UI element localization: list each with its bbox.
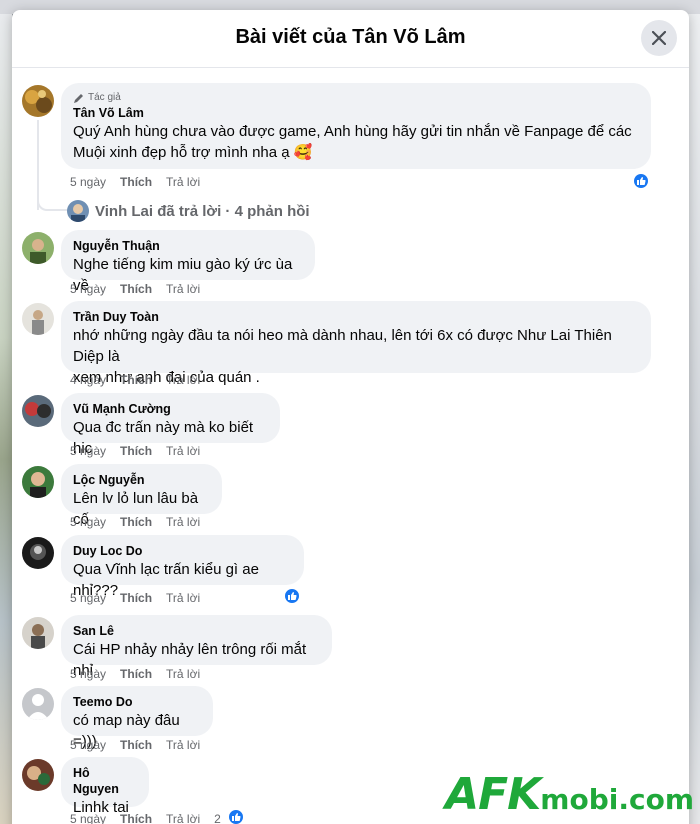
comment-author[interactable]: San Lê — [73, 623, 320, 639]
comment-bubble: Tác giả Tân Võ Lâm Quý Anh hùng chưa vào… — [61, 83, 651, 169]
comment-actions: 5 ngày Thích Trả lời — [70, 175, 214, 189]
comment-author[interactable]: Tân Võ Lâm — [73, 105, 639, 121]
like-button[interactable]: Thích — [120, 444, 152, 458]
dialog-title: Bài viết của Tân Võ Lâm — [235, 26, 466, 48]
avatar[interactable] — [22, 688, 54, 720]
thread-connector — [37, 190, 67, 211]
reply-button[interactable]: Trả lời — [166, 175, 200, 189]
comment-author[interactable]: Hô Nguyen — [73, 765, 137, 797]
comment-actions: 5 ngày Thích Trả lời — [70, 282, 214, 296]
comment-text: Muội xinh đẹp hỗ trợ mình nha ạ 🥰 — [73, 144, 313, 161]
comment-text: nhớ những ngày đầu ta nói heo mà dành nh… — [73, 327, 612, 365]
comment-bubble: Vũ Mạnh Cường Qua đc trấn này mà ko biết… — [61, 393, 280, 457]
like-button[interactable]: Thích — [120, 812, 152, 824]
reply-button[interactable]: Trả lời — [166, 282, 200, 296]
comment-time[interactable]: 5 ngày — [70, 175, 106, 189]
comment-bubble: Lộc Nguyễn Lên lv lỏ lun lâu bà cố — [61, 464, 222, 528]
comment-author[interactable]: Teemo Do — [73, 694, 201, 710]
watermark-com: .com — [618, 783, 694, 816]
close-icon — [652, 31, 666, 45]
like-button[interactable]: Thích — [120, 667, 152, 681]
comment-author[interactable]: Duy Loc Do — [73, 543, 292, 559]
reply-button[interactable]: Trả lời — [166, 812, 200, 824]
background-right — [688, 14, 700, 824]
badge-label: Tác giả — [88, 92, 121, 103]
comment-bubble: San Lê Cái HP nhảy nhảy lên trông rối mắ… — [61, 615, 332, 679]
avatar[interactable] — [22, 303, 54, 335]
reply-button[interactable]: Trả lời — [166, 444, 200, 458]
like-button[interactable]: Thích — [120, 515, 152, 529]
comment-author[interactable]: Nguyễn Thuận — [73, 238, 303, 254]
avatar[interactable] — [22, 617, 54, 649]
view-replies-link[interactable]: Vinh Lai đã trả lời · 4 phản hồi — [67, 200, 310, 222]
avatar[interactable] — [22, 466, 54, 498]
comment-time[interactable]: 5 ngày — [70, 667, 106, 681]
comment-time[interactable]: 4 ngày — [70, 373, 106, 387]
comment-bubble: Nguyễn Thuận Nghe tiếng kim miu gào ký ứ… — [61, 230, 315, 294]
reply-summary: Vinh Lai đã trả lời · 4 phản hồi — [95, 202, 310, 220]
comment-time[interactable]: 5 ngày — [70, 444, 106, 458]
avatar[interactable] — [22, 759, 54, 791]
comment-bubble: Trần Duy Toàn nhớ những ngày đầu ta nói … — [61, 301, 651, 386]
reply-button[interactable]: Trả lời — [166, 591, 200, 605]
scrollbar[interactable] — [681, 72, 687, 812]
comment-author[interactable]: Vũ Mạnh Cường — [73, 401, 268, 417]
comment-author[interactable]: Trần Duy Toàn — [73, 309, 639, 325]
reply-button[interactable]: Trả lời — [166, 515, 200, 529]
comment-actions: 5 ngày Thích Trả lời 2 — [70, 812, 223, 824]
reaction-count[interactable]: 2 — [214, 812, 221, 824]
like-reaction-icon[interactable] — [632, 172, 650, 190]
dialog-header: Bài viết của Tân Võ Lâm — [12, 10, 689, 68]
comment-time[interactable]: 5 ngày — [70, 282, 106, 296]
comment-actions: 5 ngày Thích Trả lời — [70, 515, 214, 529]
comment-bubble: Duy Loc Do Qua Vĩnh lạc trấn kiểu gì ae … — [61, 535, 304, 599]
comment-actions: 4 ngày Thích Trả lời — [70, 373, 214, 387]
comment-time[interactable]: 5 ngày — [70, 515, 106, 529]
comment-time[interactable]: 5 ngày — [70, 738, 106, 752]
avatar[interactable] — [22, 232, 54, 264]
watermark-logo: AFKmobi.com — [445, 769, 694, 820]
like-reaction-icon[interactable] — [283, 587, 301, 605]
comment-text: Quý Anh hùng chưa vào được game, Anh hùn… — [73, 123, 632, 140]
watermark-mobi: mobi — [540, 783, 619, 816]
post-dialog: Bài viết của Tân Võ Lâm Tác giả Tân Võ L… — [12, 10, 689, 824]
comment-time[interactable]: 5 ngày — [70, 812, 106, 824]
like-button[interactable]: Thích — [120, 282, 152, 296]
reply-button[interactable]: Trả lời — [166, 738, 200, 752]
avatar[interactable] — [22, 395, 54, 427]
reply-button[interactable]: Trả lời — [166, 667, 200, 681]
avatar[interactable] — [22, 537, 54, 569]
like-button[interactable]: Thích — [120, 591, 152, 605]
pencil-icon — [74, 93, 83, 103]
watermark-afk: AFK — [445, 769, 541, 820]
comment-actions: 5 ngày Thích Trả lời — [70, 591, 214, 605]
like-button[interactable]: Thích — [120, 373, 152, 387]
comment-actions: 5 ngày Thích Trả lời — [70, 667, 214, 681]
close-button[interactable] — [641, 20, 677, 56]
background-left — [0, 14, 12, 824]
avatar — [67, 200, 89, 222]
like-reaction-icon[interactable] — [227, 808, 245, 824]
reply-button[interactable]: Trả lời — [166, 373, 200, 387]
comment-bubble: Teemo Do có map này đâu =))) — [61, 686, 213, 750]
like-button[interactable]: Thích — [120, 738, 152, 752]
comment-author[interactable]: Lộc Nguyễn — [73, 472, 210, 488]
comment-time[interactable]: 5 ngày — [70, 591, 106, 605]
comment-actions: 5 ngày Thích Trả lời — [70, 738, 214, 752]
comment-bubble: Hô Nguyen Linhk tai — [61, 757, 149, 816]
comment-actions: 5 ngày Thích Trả lời — [70, 444, 214, 458]
like-button[interactable]: Thích — [120, 175, 152, 189]
author-badge: Tác giả — [73, 91, 639, 105]
avatar[interactable] — [22, 85, 54, 117]
